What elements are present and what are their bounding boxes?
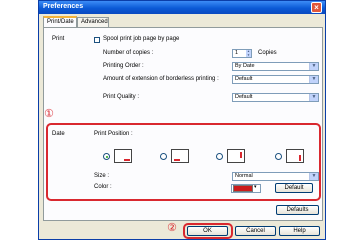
date-mark <box>124 159 130 161</box>
date-group-label: Date <box>52 131 65 137</box>
window-title: Preferences <box>43 3 84 10</box>
position-radio-4[interactable] <box>275 153 282 160</box>
spool-checkbox[interactable] <box>94 37 100 43</box>
copies-unit: Copies <box>258 50 277 56</box>
size-label: Size : <box>94 173 110 179</box>
order-label: Printing Order : <box>103 63 144 69</box>
chevron-down-icon[interactable]: ▼ <box>309 94 318 101</box>
color-label: Color : <box>94 184 112 190</box>
paper-bottom-left-icon <box>171 149 189 163</box>
cancel-button[interactable]: Cancel <box>235 226 276 236</box>
defaults-button[interactable]: Defaults <box>276 205 319 215</box>
chevron-down-icon[interactable]: ▼ <box>309 63 318 70</box>
tab-advanced-label: Advanced <box>81 19 108 25</box>
close-button[interactable]: × <box>311 2 322 13</box>
tab-print-date[interactable]: Print/Date <box>43 16 77 27</box>
copies-label: Number of copies : <box>103 50 154 56</box>
color-picker[interactable]: ▾ <box>231 184 261 193</box>
small-down-arrow-icon: ▾ <box>254 184 257 190</box>
date-size-select[interactable]: Normal ▼ <box>232 172 319 181</box>
print-quality-select[interactable]: Default ▼ <box>232 93 319 102</box>
cancel-button-label: Cancel <box>246 228 265 234</box>
printing-order-select[interactable]: By Date ▼ <box>232 62 319 71</box>
color-default-button[interactable]: Default <box>275 183 313 193</box>
help-button[interactable]: Help <box>279 226 320 236</box>
chevron-down-icon[interactable]: ▼ <box>309 173 318 180</box>
copies-value: 1 <box>235 50 239 56</box>
order-value: By Date <box>235 63 255 69</box>
close-icon: × <box>314 3 319 12</box>
chevron-down-icon[interactable]: ▼ <box>309 76 318 83</box>
quality-value: Default <box>235 94 253 100</box>
title-bar: Preferences × <box>39 1 325 14</box>
paper-bottom-right-icon <box>114 149 132 163</box>
position-radio-1[interactable] <box>103 153 110 160</box>
borderless-value: Default <box>235 76 253 82</box>
help-button-label: Help <box>293 228 306 234</box>
position-radio-2[interactable] <box>160 153 167 160</box>
spool-checkbox-label: Spool print job page by page <box>103 36 180 42</box>
color-default-button-label: Default <box>284 185 304 191</box>
stepper-arrows-icon[interactable]: ▲ ▼ <box>246 49 251 57</box>
date-mark <box>240 152 242 158</box>
annotation-marker-1: ① <box>44 107 54 120</box>
color-swatch <box>233 185 253 192</box>
date-mark <box>299 155 301 161</box>
borderless-select[interactable]: Default ▼ <box>232 75 319 84</box>
ok-button-label: OK <box>203 228 212 234</box>
position-radio-3[interactable] <box>216 153 223 160</box>
position-label: Print Position : <box>94 131 133 137</box>
copies-stepper[interactable]: 1 ▲ ▼ <box>232 49 252 58</box>
ok-button[interactable]: OK <box>187 226 228 236</box>
quality-label: Print Quality : <box>103 94 140 100</box>
date-mark <box>174 159 180 161</box>
defaults-button-label: Defaults <box>286 207 309 213</box>
preferences-dialog: Preferences × Print/Date Advanced Print … <box>38 0 326 240</box>
tab-panel: Print Spool print job page by page Numbe… <box>43 27 323 221</box>
size-value: Normal <box>235 173 253 179</box>
paper-bottom-right-vertical-icon <box>286 149 304 163</box>
tab-advanced[interactable]: Advanced <box>77 17 109 27</box>
tab-print-date-label: Print/Date <box>47 19 74 25</box>
print-group-label: Print <box>52 36 65 42</box>
annotation-marker-2: ② <box>167 221 177 234</box>
borderless-label: Amount of extension of borderless printi… <box>103 76 219 82</box>
paper-top-right-icon <box>227 149 245 163</box>
